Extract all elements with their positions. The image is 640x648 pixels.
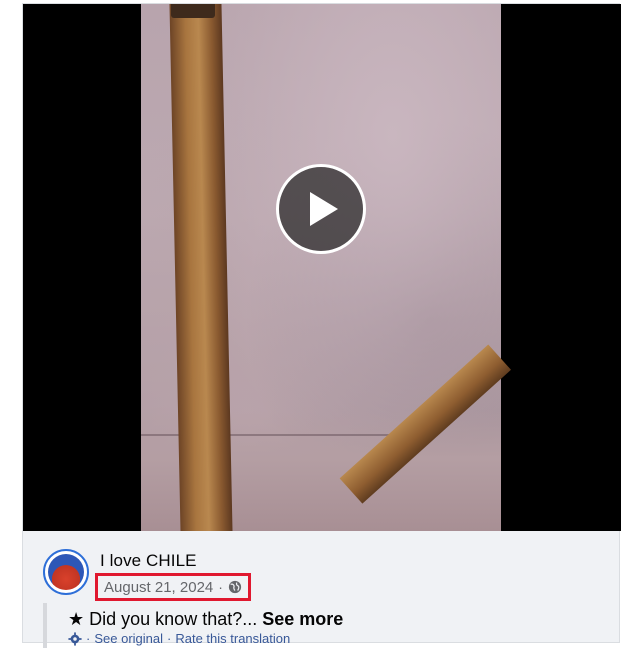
translation-separator-1: · — [86, 631, 91, 646]
see-original-link[interactable]: See original — [94, 631, 163, 646]
avatar-image — [48, 554, 84, 590]
post-text: ★ Did you know that?... See more — [68, 609, 343, 630]
translation-row: · See original · Rate this translation — [68, 631, 290, 646]
gear-icon — [68, 631, 82, 646]
rate-translation-link[interactable]: Rate this translation — [175, 631, 290, 646]
post-date-link[interactable]: August 21, 2024 — [104, 579, 213, 596]
translation-separator-2: · — [167, 631, 172, 646]
video-scene-pole-cap — [171, 4, 215, 18]
globe-icon — [228, 580, 242, 594]
translation-quote-bar — [43, 603, 47, 648]
video-player[interactable] — [23, 4, 621, 531]
see-more-link[interactable]: See more — [262, 609, 343, 629]
play-button[interactable] — [276, 164, 366, 254]
date-highlight-box: August 21, 2024 · — [95, 573, 251, 601]
post-text-body: ★ Did you know that?... — [68, 609, 258, 629]
video-scene-wooden-pole — [169, 4, 233, 531]
page-name-link[interactable]: I love CHILE — [100, 551, 197, 571]
video-frame[interactable] — [141, 4, 512, 531]
play-icon — [310, 192, 338, 226]
date-separator: · — [218, 579, 223, 595]
post-meta: I love CHILE August 21, 2024 · ★ Did you… — [23, 531, 621, 648]
avatar[interactable] — [43, 549, 89, 595]
post-card: I love CHILE August 21, 2024 · ★ Did you… — [22, 3, 621, 648]
